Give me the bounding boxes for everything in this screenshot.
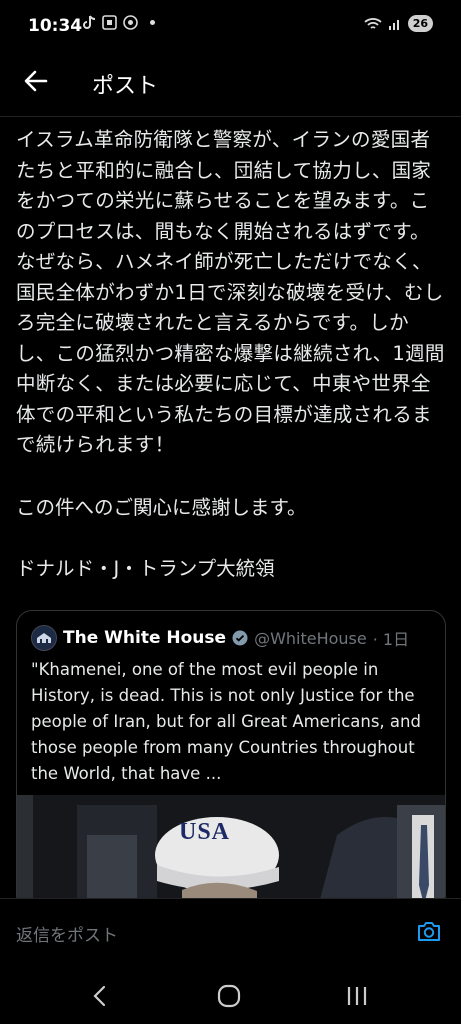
notification-icons (82, 15, 155, 30)
signal-icon (388, 19, 399, 30)
usa-cap-text: USA (179, 819, 231, 845)
nav-recents-icon[interactable] (337, 982, 377, 1010)
top-bar: ポスト (0, 55, 461, 113)
quoted-author-handle: @WhiteHouse (254, 628, 367, 648)
nav-back-icon[interactable] (80, 982, 120, 1010)
quoted-post-time: · 1日 (372, 630, 410, 649)
chrome-icon (123, 15, 138, 30)
header-divider (0, 116, 461, 117)
photo-illustration (17, 795, 445, 911)
status-bar: 10:34 26 (0, 0, 461, 52)
avatar[interactable] (31, 625, 57, 651)
quoted-post-card[interactable]: The White House @WhiteHouse · 1日 "Khamen… (16, 610, 446, 912)
wifi-icon (364, 17, 382, 29)
post-content: イスラム革命防衛隊と警察が、イランの愛国者たちと平和的に融合し、団結して協力し、… (16, 125, 448, 581)
back-arrow-icon[interactable] (20, 65, 52, 97)
dot-icon (150, 20, 155, 25)
post-body-text: イスラム革命防衛隊と警察が、イランの愛国者たちと平和的に融合し、団結して協力し、… (16, 128, 445, 456)
white-house-logo-icon (37, 633, 51, 643)
verified-badge-icon (232, 630, 248, 646)
nav-home-icon[interactable] (209, 982, 249, 1010)
quoted-post-header: The White House @WhiteHouse · 1日 (31, 625, 409, 651)
page-title: ポスト (92, 74, 159, 99)
tiktok-icon (83, 15, 96, 29)
post-thanks-text: この件へのご関心に感謝します。 (16, 495, 307, 519)
post-signature: ドナルド・J・トランプ大統領 (16, 556, 275, 580)
screenshot-icon (102, 15, 117, 30)
camera-icon[interactable] (415, 917, 443, 945)
reply-bar: 返信をポスト (0, 898, 461, 969)
system-navigation-bar (0, 968, 461, 1024)
reply-input[interactable]: 返信をポスト (16, 921, 118, 946)
quoted-author-name[interactable]: The White House (63, 628, 226, 648)
system-icons: 26 (364, 15, 433, 32)
quoted-post-image[interactable]: USA (17, 795, 445, 911)
status-time: 10:34 (28, 16, 83, 36)
quoted-post-text: "Khamenei, one of the most evil people i… (31, 660, 421, 783)
battery-indicator: 26 (407, 15, 433, 32)
